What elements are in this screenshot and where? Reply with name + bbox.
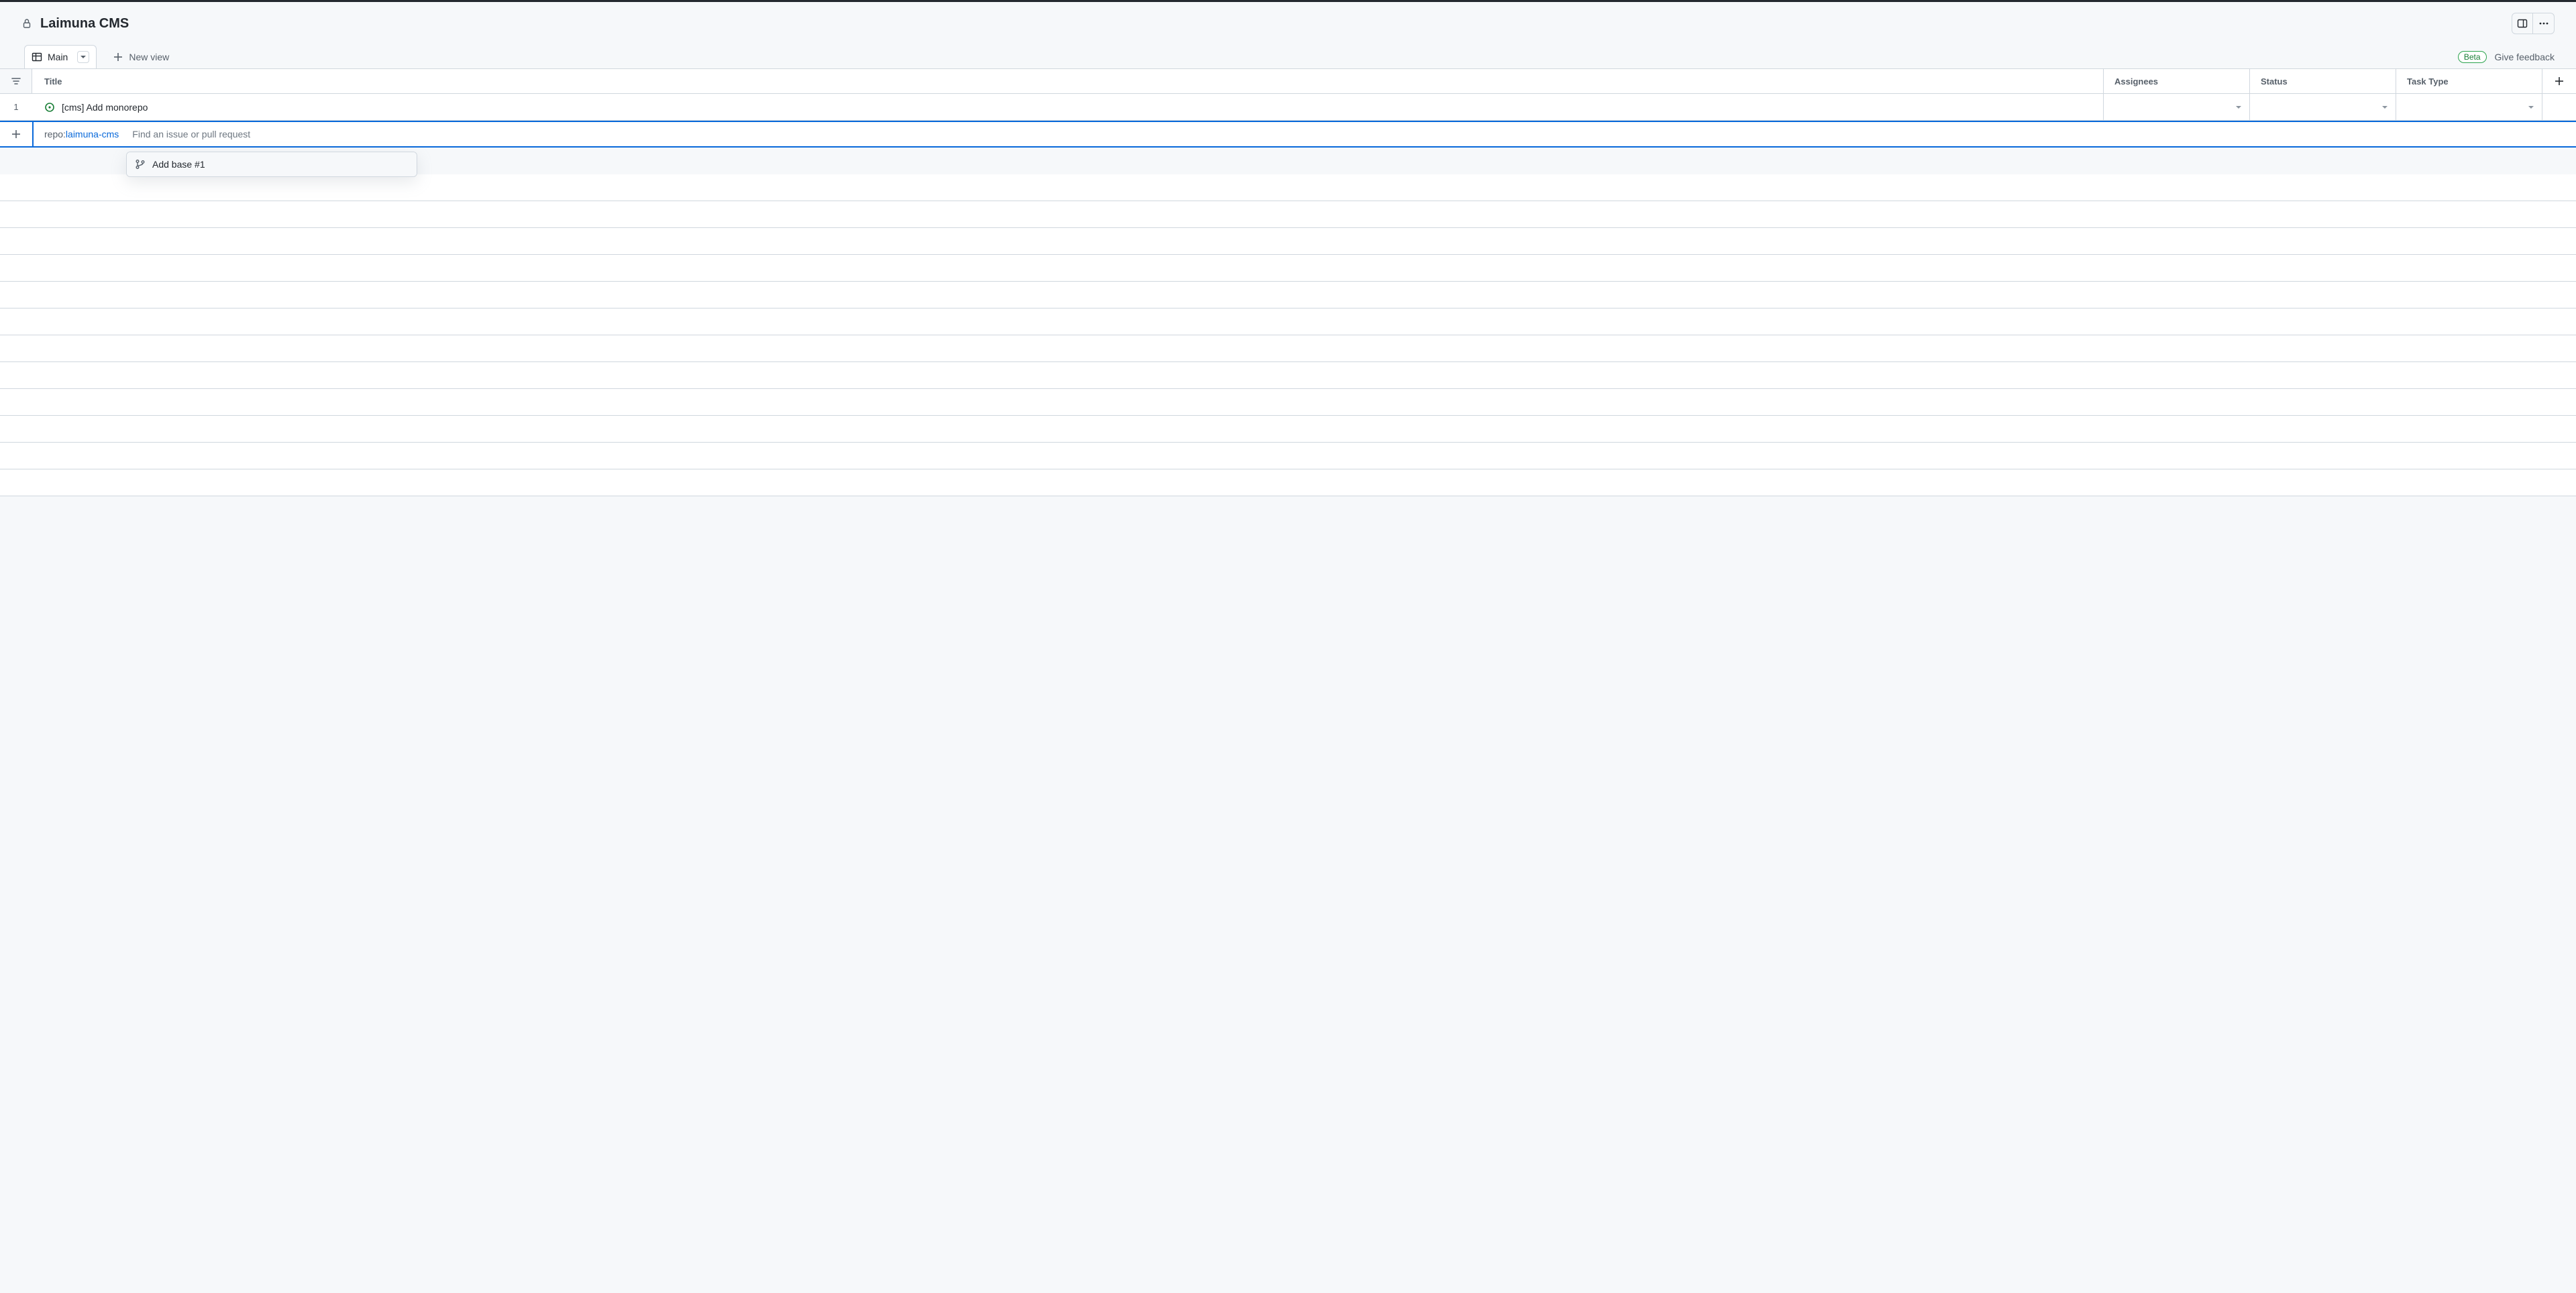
empty-row xyxy=(0,255,2576,282)
caret-down-icon xyxy=(2382,105,2387,110)
project-header: Laimuna CMS xyxy=(0,2,2576,34)
empty-row xyxy=(0,416,2576,443)
suggestion-item[interactable]: Add base #1 xyxy=(127,152,417,176)
header-button-group xyxy=(2512,13,2555,34)
plus-icon xyxy=(113,52,123,62)
caret-down-icon xyxy=(2236,105,2241,110)
empty-row xyxy=(0,335,2576,362)
empty-row xyxy=(0,174,2576,201)
git-branch-icon xyxy=(135,159,146,170)
column-header-status[interactable]: Status xyxy=(2250,69,2396,93)
row-assignees-cell[interactable] xyxy=(2104,94,2250,120)
caret-down-icon xyxy=(80,54,86,60)
tab-dropdown-button[interactable] xyxy=(77,51,89,63)
empty-row xyxy=(0,389,2576,416)
empty-row xyxy=(0,228,2576,255)
empty-row xyxy=(0,308,2576,335)
search-placeholder: Find an issue or pull request xyxy=(132,129,250,139)
caret-down-icon xyxy=(2528,105,2534,110)
filter-icon xyxy=(11,76,21,87)
panel-toggle-button[interactable] xyxy=(2512,13,2533,34)
row-end-spacer xyxy=(2542,94,2576,120)
kebab-icon xyxy=(2538,18,2549,29)
tabs-right: Beta Give feedback xyxy=(2458,51,2555,63)
repo-filter-chip[interactable]: repo:laimuna-cms xyxy=(44,129,119,139)
column-header-assignees[interactable]: Assignees xyxy=(2104,69,2250,93)
beta-badge: Beta xyxy=(2458,51,2487,63)
lock-icon xyxy=(21,18,32,29)
project-title[interactable]: Laimuna CMS xyxy=(40,16,129,32)
header-right xyxy=(2512,13,2555,34)
empty-rows-area xyxy=(0,148,2576,496)
project-table: Title Assignees Status Task Type 1 [cms]… xyxy=(0,68,2576,148)
header-left: Laimuna CMS xyxy=(21,16,129,32)
empty-row xyxy=(0,201,2576,228)
plus-icon xyxy=(11,129,21,139)
row-number: 1 xyxy=(0,94,32,120)
empty-row xyxy=(0,469,2576,496)
row-task-type-cell[interactable] xyxy=(2396,94,2542,120)
row-title-text: [cms] Add monorepo xyxy=(62,102,148,113)
suggestion-label: Add base #1 xyxy=(152,159,205,170)
row-status-cell[interactable] xyxy=(2250,94,2396,120)
new-view-button[interactable]: New view xyxy=(105,46,177,68)
table-row[interactable]: 1 [cms] Add monorepo xyxy=(0,94,2576,121)
tabs-left: Main New view xyxy=(24,45,177,68)
new-view-label: New view xyxy=(129,52,169,62)
more-options-button[interactable] xyxy=(2533,13,2555,34)
issue-open-icon xyxy=(44,102,55,113)
panel-icon xyxy=(2517,18,2528,29)
add-item-plus[interactable] xyxy=(0,122,32,146)
column-header-task-type[interactable]: Task Type xyxy=(2396,69,2542,93)
row-title-cell[interactable]: [cms] Add monorepo xyxy=(32,94,2104,120)
tab-main-label: Main xyxy=(48,52,68,62)
tabs-row: Main New view Beta Give feedback xyxy=(0,34,2576,68)
suggestion-popover: Add base #1 xyxy=(126,152,417,177)
column-header-title[interactable]: Title xyxy=(32,69,2104,93)
add-item-input[interactable]: repo:laimuna-cms Find an issue or pull r… xyxy=(32,122,2576,146)
empty-row xyxy=(0,362,2576,389)
filter-button[interactable] xyxy=(0,69,32,93)
table-icon xyxy=(32,52,42,62)
give-feedback-link[interactable]: Give feedback xyxy=(2495,52,2555,62)
add-item-row[interactable]: repo:laimuna-cms Find an issue or pull r… xyxy=(0,121,2576,148)
plus-icon xyxy=(2554,76,2565,87)
repo-name: laimuna-cms xyxy=(66,129,119,139)
empty-row xyxy=(0,443,2576,469)
add-column-button[interactable] xyxy=(2542,69,2576,93)
repo-prefix: repo: xyxy=(44,129,66,139)
table-header-row: Title Assignees Status Task Type xyxy=(0,68,2576,94)
tab-main[interactable]: Main xyxy=(24,45,97,68)
empty-row xyxy=(0,282,2576,308)
